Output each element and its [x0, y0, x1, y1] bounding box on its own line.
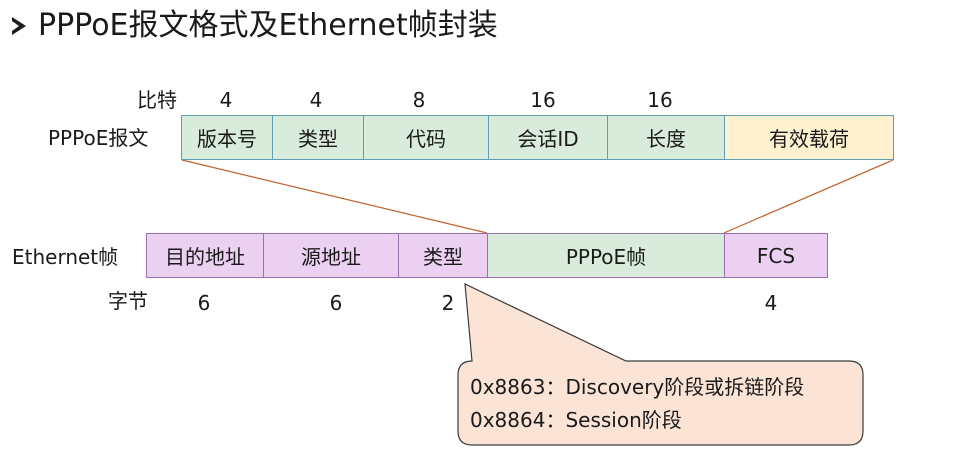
field-code: 代码	[363, 115, 489, 160]
field-version: 版本号	[181, 115, 273, 160]
bit-count-type: 4	[309, 88, 323, 112]
bytes-label: 字节	[108, 289, 148, 313]
field-pppoe-frame: PPPoE帧	[487, 233, 725, 278]
field-destination-address: 目的地址	[146, 233, 264, 278]
field-type: 类型	[272, 115, 364, 160]
bit-count-session-id: 16	[530, 88, 556, 112]
ethernet-frame-row: 目的地址 源地址 类型 PPPoE帧 FCS	[146, 233, 828, 278]
field-session-id: 会话ID	[488, 115, 608, 160]
field-source-address: 源地址	[263, 233, 399, 278]
bit-count-code: 8	[412, 88, 426, 112]
field-ether-type: 类型	[398, 233, 488, 278]
pppoe-packet-row: 版本号 类型 代码 会话ID 长度 有效载荷	[181, 115, 894, 160]
byte-count-destination: 6	[197, 291, 211, 315]
payload-left-connector	[181, 159, 488, 234]
pppoe-row-label: PPPoE报文	[48, 126, 149, 150]
byte-count-type: 2	[441, 291, 455, 315]
ethernet-row-label: Ethernet帧	[12, 245, 119, 269]
field-length: 长度	[607, 115, 725, 160]
arrow-bullet-icon	[12, 17, 26, 35]
bits-label: 比特	[137, 88, 177, 112]
bit-count-length: 16	[647, 88, 673, 112]
bit-count-version: 4	[219, 88, 233, 112]
callout-discovery-text: 0x8863：Discovery阶段或拆链阶段	[470, 375, 805, 399]
field-payload: 有效载荷	[724, 115, 894, 160]
callout-session-text: 0x8864：Session阶段	[470, 408, 682, 432]
payload-right-connector	[723, 159, 894, 234]
byte-count-source: 6	[329, 291, 343, 315]
byte-count-fcs: 4	[764, 291, 778, 315]
page-title-text: PPPoE报文格式及Ethernet帧封装	[38, 8, 498, 43]
field-fcs: FCS	[724, 233, 828, 278]
page-title: PPPoE报文格式及Ethernet帧封装	[12, 6, 498, 46]
